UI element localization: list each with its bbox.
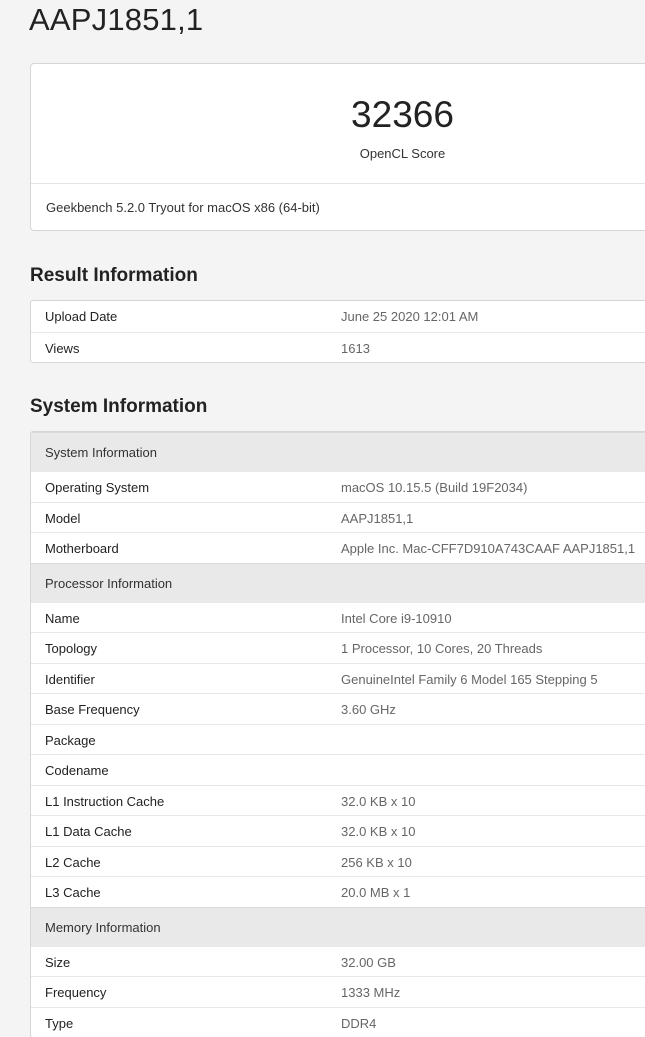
row-key: L3 Cache [45, 885, 101, 900]
row-key: Package [45, 732, 96, 748]
table-row: Motherboard Apple Inc. Mac-CFF7D910A743C… [31, 532, 645, 563]
table-row: Identifier GenuineIntel Family 6 Model 1… [31, 662, 645, 694]
table-row: Size 32.00 GB [31, 945, 645, 977]
row-value: GenuineIntel Family 6 Model 165 Stepping… [341, 671, 598, 687]
result-information-table: Upload Date June 25 2020 12:01 AM Views … [30, 300, 645, 363]
system-information-table: System Information Operating System macO… [30, 431, 645, 1037]
table-row: Views 1613 [31, 331, 645, 363]
group-header-system: System Information [31, 432, 645, 471]
row-value: macOS 10.15.5 (Build 19F2034) [341, 480, 528, 495]
opencl-score-value: 32366 [351, 94, 454, 135]
row-value: 3.60 GHz [341, 702, 396, 717]
row-key: Model [45, 510, 81, 526]
table-row: Type DDR4 [31, 1006, 645, 1037]
group-title: Processor Information [45, 575, 173, 591]
table-row: Frequency 1333 MHz [31, 976, 645, 1007]
row-value: 32.0 KB x 10 [341, 824, 416, 839]
row-value: Apple Inc. Mac-CFF7D910A743CAAF AAPJ1851… [341, 541, 636, 556]
row-key: Type [45, 1015, 74, 1031]
row-key: Base Frequency [45, 702, 140, 717]
row-key: Name [45, 610, 80, 626]
table-row: L1 Data Cache 32.0 KB x 10 [31, 815, 645, 846]
geekbench-version-text: Geekbench 5.2.0 Tryout for macOS x86 (64… [46, 200, 320, 215]
row-key: L1 Instruction Cache [45, 793, 165, 809]
row-value: 256 KB x 10 [341, 854, 412, 870]
row-key: L1 Data Cache [45, 824, 132, 839]
score-card-divider [31, 183, 645, 184]
table-row: L2 Cache 256 KB x 10 [31, 845, 645, 877]
row-key: Upload Date [45, 309, 118, 324]
row-key: Frequency [45, 985, 107, 1000]
row-value: 1613 [341, 340, 370, 356]
table-row: Package [31, 723, 645, 755]
group-title: Memory Information [45, 919, 161, 935]
opencl-score-label: OpenCL Score [359, 146, 446, 161]
page-title: AAPJ1851,1 [29, 2, 204, 37]
table-row: L1 Instruction Cache 32.0 KB x 10 [31, 784, 645, 816]
table-row: Name Intel Core i9-10910 [31, 601, 645, 633]
group-title: System Information [45, 445, 157, 460]
group-header-processor: Processor Information [31, 562, 645, 602]
score-card: 32366 OpenCL Score Geekbench 5.2.0 Tryou… [30, 63, 645, 231]
row-key: Size [45, 954, 71, 970]
table-row: Operating System macOS 10.15.5 (Build 19… [31, 471, 645, 502]
table-row: Topology 1 Processor, 10 Cores, 20 Threa… [31, 632, 645, 663]
row-key: Identifier [45, 671, 95, 687]
table-row: Model AAPJ1851,1 [31, 501, 645, 533]
result-information-heading: Result Information [30, 265, 198, 286]
table-row: Codename [31, 754, 645, 785]
row-key: Topology [45, 641, 98, 656]
table-row: L3 Cache 20.0 MB x 1 [31, 876, 645, 907]
row-value: 1333 MHz [341, 985, 401, 1000]
row-value: 32.00 GB [341, 954, 396, 970]
row-value: 1 Processor, 10 Cores, 20 Threads [341, 641, 543, 656]
row-value: Intel Core i9-10910 [341, 610, 452, 626]
row-key: Operating System [45, 480, 150, 495]
row-key: Views [45, 340, 80, 356]
benchmark-result-page: AAPJ1851,1 32366 OpenCL Score Geekbench … [0, 0, 645, 1037]
table-row: Base Frequency 3.60 GHz [31, 693, 645, 724]
row-key: L2 Cache [45, 854, 101, 870]
row-value: DDR4 [341, 1015, 377, 1031]
system-information-heading: System Information [30, 396, 208, 417]
row-value: AAPJ1851,1 [341, 510, 414, 526]
row-key: Codename [45, 763, 109, 778]
row-value: 32.0 KB x 10 [341, 793, 416, 809]
row-value: June 25 2020 12:01 AM [341, 309, 479, 324]
row-value: 20.0 MB x 1 [341, 885, 411, 900]
row-key: Motherboard [45, 541, 119, 556]
table-row: Upload Date June 25 2020 12:01 AM [31, 301, 645, 332]
group-header-memory: Memory Information [31, 906, 645, 946]
